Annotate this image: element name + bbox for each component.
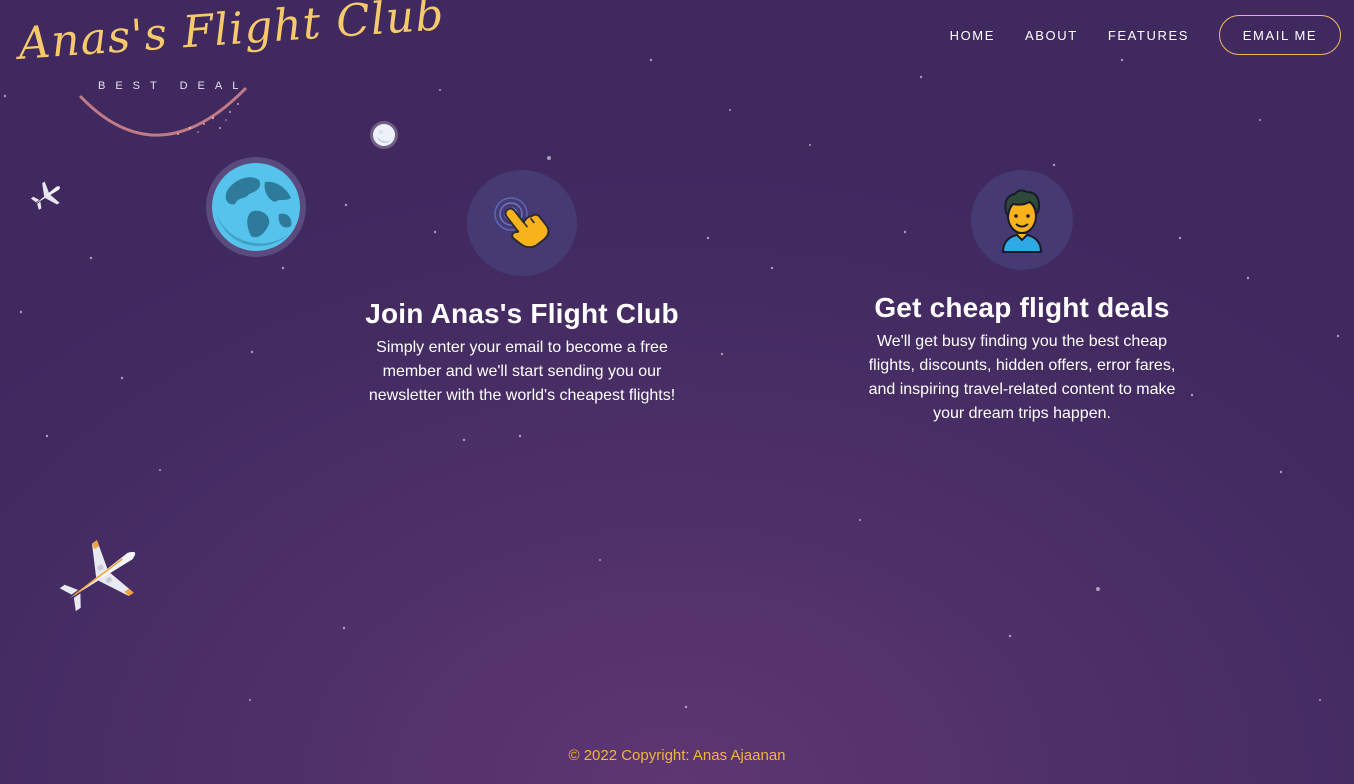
feature-join-club: Join Anas's Flight Club Simply enter you…	[361, 170, 683, 408]
airplane-icon	[59, 540, 136, 612]
nav-link-home[interactable]: HOME	[950, 28, 995, 43]
nav-link-about[interactable]: ABOUT	[1025, 28, 1078, 43]
feature-icon-circle	[971, 170, 1073, 270]
email-me-button[interactable]: EMAIL ME	[1219, 15, 1341, 55]
footer-copyright: © 2022 Copyright: Anas Ajaanan	[568, 747, 786, 764]
person-avatar-icon	[1001, 189, 1043, 253]
moon-icon	[370, 121, 398, 149]
nav-link-features[interactable]: FEATURES	[1108, 28, 1189, 43]
feature-text: We'll get busy finding you the best chea…	[868, 333, 1176, 422]
earth-icon	[206, 157, 306, 257]
feature-title: Join Anas's Flight Club	[365, 298, 679, 329]
logo[interactable]: Anas's Flight Club BEST DEAL	[8, 0, 446, 150]
airplane-icon	[30, 181, 61, 210]
main-nav: HOME ABOUT FEATURES EMAIL ME	[950, 15, 1341, 55]
pointing-hand-icon	[494, 197, 550, 249]
feature-cheap-deals: Get cheap flight deals We'll get busy fi…	[861, 170, 1183, 426]
feature-title: Get cheap flight deals	[874, 292, 1170, 323]
logo-tagline: BEST DEAL	[98, 80, 249, 92]
feature-icon-circle	[467, 170, 577, 276]
feature-text: Simply enter your email to become a free…	[368, 339, 676, 404]
